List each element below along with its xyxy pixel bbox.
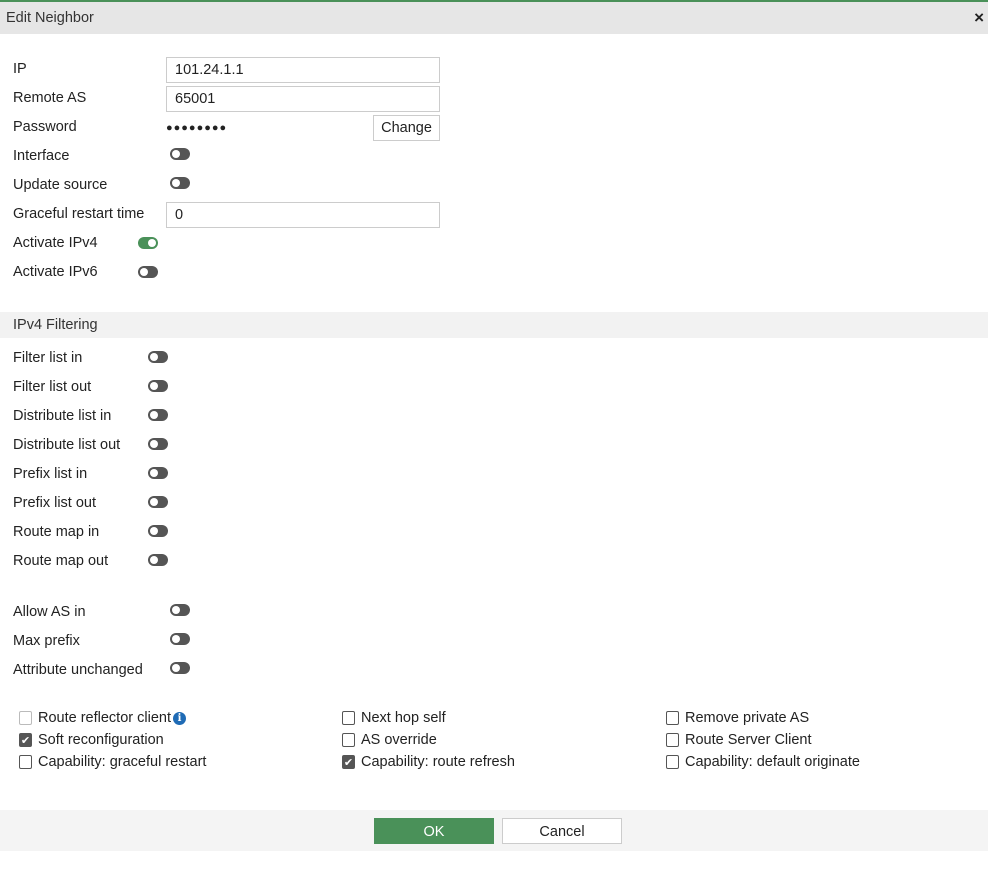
filter-toggle[interactable] <box>148 554 168 566</box>
advanced-toggle[interactable] <box>170 604 190 616</box>
update-source-label: Update source <box>13 177 108 193</box>
option-label: Remove private AS <box>685 710 810 726</box>
option-checkbox[interactable]: Route reflector client i <box>19 710 186 726</box>
update-source-toggle[interactable] <box>170 177 190 189</box>
filter-label: Route map out <box>13 553 109 569</box>
option-label: Next hop self <box>361 710 446 726</box>
filter-label: Prefix list out <box>13 495 96 511</box>
password-label: Password <box>13 119 77 135</box>
checkbox-icon[interactable]: ✔ <box>19 733 32 747</box>
password-value: ●●●●●●●● <box>166 122 228 134</box>
dialog-title: Edit Neighbor <box>6 10 94 26</box>
dialog-title-bar: Edit Neighbor × <box>0 0 988 34</box>
dialog-footer: OK Cancel <box>0 810 988 851</box>
ip-input[interactable] <box>166 57 440 83</box>
filter-toggle[interactable] <box>148 467 168 479</box>
option-checkbox[interactable]: Next hop self <box>342 710 446 726</box>
activate-ipv6-label: Activate IPv6 <box>13 264 98 280</box>
option-checkbox[interactable]: AS override <box>342 732 437 748</box>
option-checkbox[interactable]: ✔ Soft reconfiguration <box>19 732 164 748</box>
option-checkbox[interactable]: Capability: graceful restart <box>19 754 206 770</box>
option-checkbox[interactable]: Capability: default originate <box>666 754 860 770</box>
ipv4-filtering-section-header: IPv4 Filtering <box>0 312 988 338</box>
advanced-toggle[interactable] <box>170 662 190 674</box>
filter-toggle[interactable] <box>148 409 168 421</box>
change-password-button[interactable]: Change <box>373 115 440 141</box>
graceful-restart-time-label: Graceful restart time <box>13 206 145 222</box>
checkbox-icon[interactable] <box>666 733 679 747</box>
filter-toggle[interactable] <box>148 525 168 537</box>
filter-toggle[interactable] <box>148 351 168 363</box>
option-label: Soft reconfiguration <box>38 732 164 748</box>
filter-label: Route map in <box>13 524 100 540</box>
option-checkbox[interactable]: ✔ Capability: route refresh <box>342 754 515 770</box>
option-checkbox[interactable]: Route Server Client <box>666 732 812 748</box>
option-checkbox[interactable]: Remove private AS <box>666 710 809 726</box>
option-label: Route reflector client <box>38 710 171 726</box>
ok-button[interactable]: OK <box>374 818 494 844</box>
filter-toggle[interactable] <box>148 496 168 508</box>
filter-label: Distribute list out <box>13 437 121 453</box>
close-icon[interactable]: × <box>974 8 984 28</box>
filter-label: Filter list out <box>13 379 92 395</box>
section-title: IPv4 Filtering <box>13 317 98 333</box>
activate-ipv6-toggle[interactable] <box>138 266 158 278</box>
option-label: Capability: default originate <box>685 754 860 770</box>
cancel-button[interactable]: Cancel <box>502 818 622 844</box>
interface-toggle[interactable] <box>170 148 190 160</box>
checkbox-icon[interactable] <box>666 755 679 769</box>
checkbox-icon[interactable] <box>342 711 355 725</box>
option-label: Capability: route refresh <box>361 754 515 770</box>
option-label: AS override <box>361 732 437 748</box>
advanced-label: Attribute unchanged <box>13 662 143 678</box>
graceful-restart-time-input[interactable] <box>166 202 440 228</box>
checkbox-icon[interactable] <box>19 755 32 769</box>
option-label: Route Server Client <box>685 732 812 748</box>
checkbox-icon[interactable] <box>19 711 32 725</box>
checkbox-icon[interactable] <box>342 733 355 747</box>
filter-label: Distribute list in <box>13 408 112 424</box>
filter-label: Prefix list in <box>13 466 88 482</box>
checkbox-icon[interactable] <box>666 711 679 725</box>
filter-label: Filter list in <box>13 350 83 366</box>
option-label: Capability: graceful restart <box>38 754 207 770</box>
info-icon[interactable]: i <box>172 711 186 725</box>
checkbox-icon[interactable]: ✔ <box>342 755 355 769</box>
remote-as-label: Remote AS <box>13 90 87 106</box>
advanced-label: Allow AS in <box>13 604 86 620</box>
advanced-toggle[interactable] <box>170 633 190 645</box>
ip-label: IP <box>13 61 27 77</box>
activate-ipv4-toggle[interactable] <box>138 237 158 249</box>
filter-toggle[interactable] <box>148 380 168 392</box>
advanced-label: Max prefix <box>13 633 80 649</box>
remote-as-input[interactable] <box>166 86 440 112</box>
interface-label: Interface <box>13 148 70 164</box>
filter-toggle[interactable] <box>148 438 168 450</box>
activate-ipv4-label: Activate IPv4 <box>13 235 98 251</box>
